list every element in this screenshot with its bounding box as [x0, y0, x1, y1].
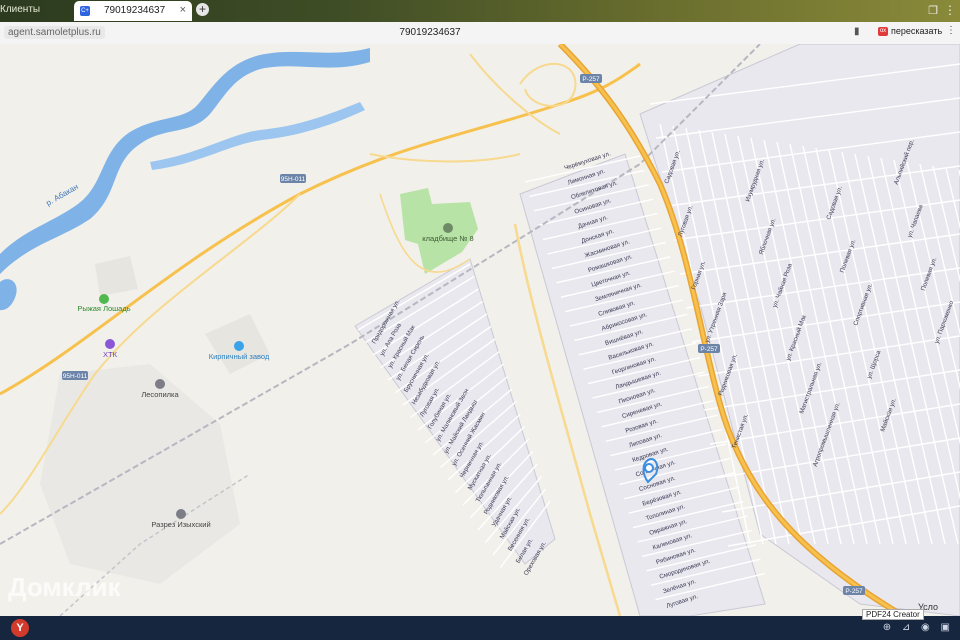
road-shield: Р-257 — [580, 74, 602, 83]
road-shield: Р-257 — [698, 344, 720, 353]
translate-button[interactable]: ох пересказать — [878, 26, 943, 37]
road-shield-label: Р-257 — [845, 588, 863, 595]
os-taskbar: Y ⊕ ⊿ ◉ ▣ — [0, 616, 960, 640]
horse-label: Рыжая Лошадь — [77, 304, 130, 313]
road-shield-label: 95Н-011 — [281, 176, 306, 183]
road-shield-label: 95Н-011 — [63, 373, 88, 380]
cemetery-label: кладбище № 8 — [422, 234, 473, 243]
browser-tab-bar: Клиенты C+ 79019234637 × + ❐ ⋮ — [0, 0, 960, 22]
road-shield-label: Р-257 — [700, 346, 718, 353]
translate-badge-icon: ох — [878, 27, 888, 37]
address-menu-icon[interactable]: ⋮ — [946, 25, 956, 36]
page-title: 79019234637 — [399, 27, 461, 38]
active-tab[interactable]: C+ 79019234637 × — [74, 1, 192, 21]
bookmark-icon[interactable]: ▮ — [854, 26, 860, 37]
window-copy-icon[interactable]: ❐ — [928, 4, 938, 17]
tray-tooltip: PDF24 Creator — [862, 609, 924, 620]
road-shield: 95Н-011 — [280, 174, 306, 183]
road-shield-label: Р-257 — [582, 76, 600, 83]
menu-icon[interactable]: ⋮ — [944, 3, 956, 17]
close-tab-icon[interactable]: × — [180, 4, 186, 16]
xtk-label: ХТК — [103, 350, 118, 359]
map-canvas[interactable]: р. Абакан Р-257 Р-257 Р-257 95Н-011 95Н-… — [0, 44, 960, 616]
quarry-label: Разрез Изыхский — [151, 520, 210, 529]
address-bar: agent.samoletplus.ru 79019234637 ▮ ох пер… — [0, 22, 960, 45]
road-shield: 95Н-011 — [62, 371, 88, 380]
tab-clients[interactable]: Клиенты — [0, 4, 40, 15]
map-watermark: Домклик — [8, 572, 121, 602]
site-favicon-icon: C+ — [80, 6, 90, 16]
new-tab-button[interactable]: + — [196, 3, 209, 16]
brick-label: Кирпичный завод — [209, 352, 270, 361]
translate-label: пересказать — [891, 26, 943, 36]
map-view[interactable]: р. Абакан Р-257 Р-257 Р-257 95Н-011 95Н-… — [0, 44, 960, 616]
tab-title: 79019234637 — [104, 5, 166, 16]
yandex-start-button[interactable]: Y — [11, 619, 29, 637]
system-tray-icons[interactable]: ⊕ ⊿ ◉ ▣ — [883, 622, 954, 633]
road-shield: Р-257 — [843, 586, 865, 595]
sawmill-label: Лесопилка — [141, 390, 179, 399]
